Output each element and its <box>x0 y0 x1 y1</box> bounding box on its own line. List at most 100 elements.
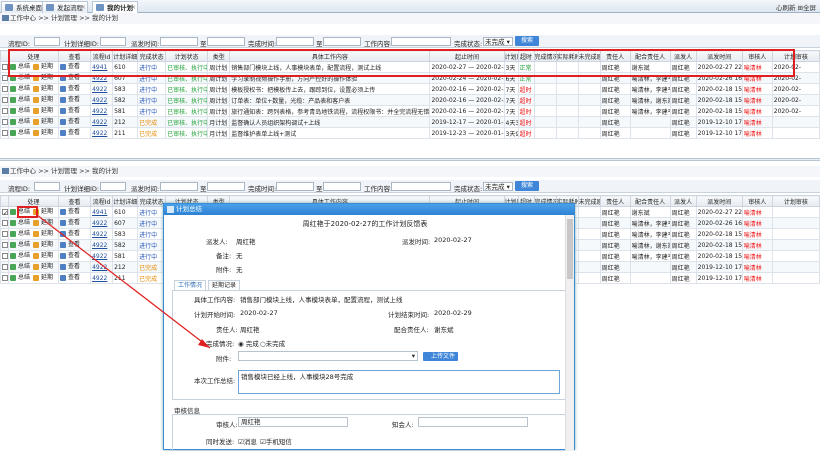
finish-time-from[interactable] <box>276 182 314 191</box>
tab-my-plan[interactable]: 我的计划 × <box>92 1 138 13</box>
summary-button[interactable]: 总结 <box>10 230 31 238</box>
view-button[interactable]: 查看 <box>60 230 81 238</box>
flow-id-link[interactable]: 4922 <box>90 261 114 273</box>
dispatch-time-to[interactable] <box>207 182 245 191</box>
view-button[interactable]: 查看 <box>60 129 81 137</box>
flow-id-link[interactable]: 4922 <box>90 239 114 251</box>
view-button[interactable]: 查看 <box>60 85 81 93</box>
view-button[interactable]: 查看 <box>60 96 81 104</box>
summary-button[interactable]: 总结 <box>10 274 31 282</box>
flow-id-link[interactable]: 4922 <box>90 250 114 262</box>
summary-button[interactable]: 总结 <box>10 219 31 227</box>
delay-button[interactable]: 延期 <box>33 263 54 271</box>
row-checkbox[interactable]: ✓ <box>0 206 9 218</box>
flow-id-link[interactable]: 4922 <box>90 83 114 95</box>
checkbox-icon[interactable]: ✓ <box>2 209 8 217</box>
summary-button[interactable]: 总结 <box>10 107 31 115</box>
summary-button[interactable]: 总结 <box>10 118 31 126</box>
summary-textarea[interactable]: 销售模块已经上线，人事模块28号完成 <box>238 370 560 394</box>
delay-button[interactable]: 延期 <box>33 96 54 104</box>
flow-id-link[interactable]: 4922 <box>90 94 114 106</box>
checkbox-icon[interactable] <box>2 108 8 114</box>
row-checkbox[interactable] <box>0 261 9 273</box>
scroll-thumb[interactable] <box>567 219 573 279</box>
delay-button[interactable]: 延期 <box>33 230 54 238</box>
view-button[interactable]: 查看 <box>60 241 81 249</box>
checkbox-icon[interactable] <box>2 97 8 103</box>
summary-button[interactable]: 总结 <box>10 263 31 271</box>
summary-button[interactable]: 总结 <box>10 85 31 93</box>
send-message-checkbox[interactable]: ☑消息 <box>238 436 257 446</box>
view-button[interactable]: 查看 <box>60 208 81 216</box>
row-checkbox[interactable] <box>0 250 9 262</box>
row-checkbox[interactable] <box>0 116 9 128</box>
finish-time-to[interactable] <box>323 37 361 46</box>
checkbox-icon[interactable] <box>2 86 8 92</box>
search-button[interactable]: 搜索 <box>515 36 539 46</box>
delay-button[interactable]: 延期 <box>33 241 54 249</box>
radio-not-done[interactable]: ○未完成 <box>260 338 285 348</box>
row-checkbox[interactable] <box>0 239 9 251</box>
work-content-input[interactable] <box>391 37 451 46</box>
status-select[interactable]: 未完成 ▾ <box>483 182 513 191</box>
table-row[interactable]: 总结 延期 查看 4922 211 已完成 已审核、执行中 月计划 监督维护表单上线+测试 201… <box>0 127 820 139</box>
checkbox-icon[interactable] <box>2 264 8 270</box>
plan-detail-id-input[interactable] <box>100 37 126 46</box>
summary-button[interactable]: 总结 <box>10 252 31 260</box>
dialog-titlebar[interactable]: 计划总结 <box>164 204 574 215</box>
row-checkbox[interactable] <box>0 94 9 106</box>
checkbox-icon[interactable] <box>2 275 8 281</box>
table-row[interactable]: 总结 延期 查看 4922 582 进行中 已审核、执行中 周计划 订单表：单位+数量，光缆：产… <box>0 94 820 106</box>
row-checkbox[interactable] <box>0 105 9 117</box>
send-sms-checkbox[interactable]: ☑手机短信 <box>260 436 292 446</box>
summary-button[interactable]: 总结 <box>10 241 31 249</box>
file-select[interactable]: ▾ <box>238 351 418 361</box>
summary-button[interactable]: 总结 <box>10 96 31 104</box>
tab-start-flow[interactable]: 发起流程 × <box>42 1 88 13</box>
row-checkbox[interactable] <box>0 272 9 284</box>
flow-id-input[interactable] <box>34 182 60 191</box>
delay-button[interactable]: 延期 <box>33 252 54 260</box>
row-checkbox[interactable] <box>0 228 9 240</box>
row-checkbox[interactable] <box>0 217 9 229</box>
flow-id-link[interactable]: 4922 <box>90 217 114 229</box>
flow-id-link[interactable]: 4922 <box>90 116 114 128</box>
delay-button[interactable]: 延期 <box>33 107 54 115</box>
checkbox-icon[interactable] <box>2 242 8 248</box>
delay-button[interactable]: 延期 <box>33 274 54 282</box>
dispatch-time-from[interactable] <box>160 182 198 191</box>
table-row[interactable]: 总结 延期 查看 4922 581 进行中 已审核、执行中 周计划 旅行通知表：跨列表格，参考青… <box>0 105 820 117</box>
radio-done[interactable]: ◉ 完成 <box>238 338 259 348</box>
table-row[interactable]: 总结 延期 查看 4922 212 已完成 已审核、执行中 月计划 监督确认人员组织架构调试+上… <box>0 116 820 128</box>
delay-button[interactable]: 延期 <box>33 129 54 137</box>
checkbox-icon[interactable] <box>2 119 8 125</box>
dialog-scrollbar[interactable] <box>565 215 574 451</box>
tab-work-status[interactable]: 工作情况 <box>174 280 207 290</box>
flow-id-link[interactable]: 4922 <box>90 127 114 139</box>
checkbox-icon[interactable] <box>2 130 8 136</box>
delay-button[interactable]: 延期 <box>33 85 54 93</box>
view-button[interactable]: 查看 <box>60 263 81 271</box>
delay-button[interactable]: 延期 <box>33 118 54 126</box>
row-checkbox[interactable] <box>0 127 9 139</box>
view-button[interactable]: 查看 <box>60 274 81 282</box>
notify-input[interactable] <box>418 417 528 427</box>
flow-id-link[interactable]: 4922 <box>90 272 114 284</box>
view-button[interactable]: 查看 <box>60 107 81 115</box>
checkbox-icon[interactable] <box>2 253 8 259</box>
tab-desktop[interactable]: 系统桌面 <box>1 1 47 13</box>
delay-button[interactable]: 延期 <box>33 219 54 227</box>
work-content-input[interactable] <box>391 182 451 191</box>
view-button[interactable]: 查看 <box>60 118 81 126</box>
refresh-fullscreen[interactable]: 心刷新 ⊞全屏 <box>776 2 816 12</box>
summary-button[interactable]: 总结 <box>10 129 31 137</box>
finish-time-to[interactable] <box>323 182 361 191</box>
flow-id-link[interactable]: 4922 <box>90 228 114 240</box>
row-checkbox[interactable] <box>0 83 9 95</box>
finish-time-from[interactable] <box>276 37 314 46</box>
plan-detail-id-input[interactable] <box>100 182 126 191</box>
upload-file-button[interactable]: 上传文件 <box>423 352 459 361</box>
search-button[interactable]: 搜索 <box>515 181 539 191</box>
status-select[interactable]: 未完成 ▾ <box>483 37 513 46</box>
flow-id-link[interactable]: 4941 <box>90 206 114 218</box>
